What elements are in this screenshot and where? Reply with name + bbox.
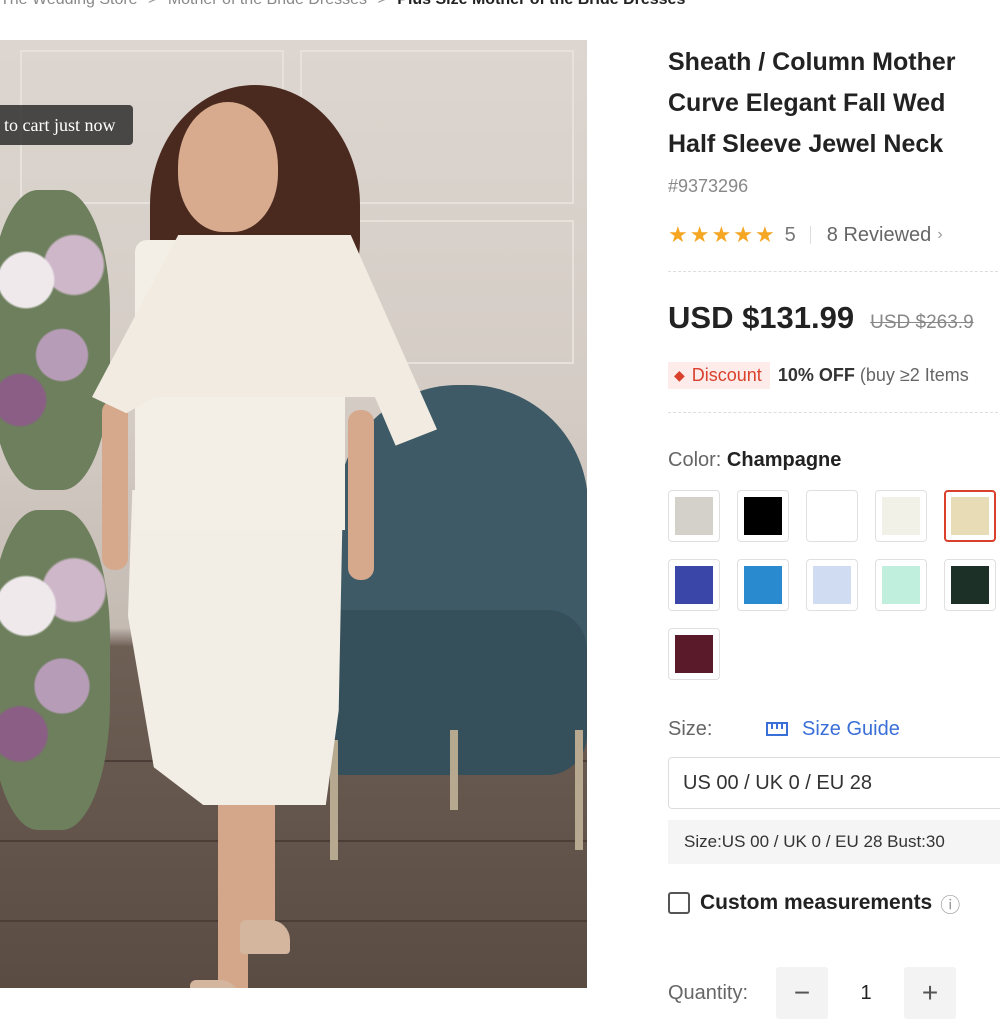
color-swatch[interactable]: [668, 490, 720, 542]
breadcrumb-current: Plus Size Mother of the Bride Dresses: [397, 0, 685, 8]
size-guide-link[interactable]: Size Guide: [766, 718, 900, 741]
swatch-chip: [744, 497, 782, 535]
selected-color-name: Champagne: [726, 449, 842, 471]
color-swatch[interactable]: [875, 490, 927, 542]
star-rating: ★ ★ ★ ★ ★: [668, 224, 775, 246]
dress-skirt: [128, 490, 343, 805]
swatch-chip: [951, 497, 989, 535]
swatch-chip: [675, 566, 713, 604]
color-label-text: Color:: [668, 449, 727, 471]
product-title: Sheath / Column Mother Curve Elegant Fal…: [668, 48, 956, 158]
flower-arrangement: [0, 510, 110, 830]
discount-badge-label: Discount: [691, 364, 762, 385]
custom-measurements-checkbox[interactable]: [668, 892, 690, 914]
model-face: [178, 102, 278, 232]
discount-amount: 10% OFF: [777, 364, 855, 385]
chevron-right-icon[interactable]: ›: [937, 226, 942, 244]
model-leg: [218, 780, 248, 988]
color-swatch[interactable]: [737, 559, 789, 611]
discount-text: 10% OFF (buy ≥2 Items: [778, 365, 969, 386]
size-row: Size: Size Guide: [668, 715, 900, 743]
info-icon[interactable]: ⓘ: [940, 889, 960, 918]
flower-arrangement: [0, 190, 110, 490]
quantity-decrease-button[interactable]: −: [776, 967, 828, 1019]
tag-icon: ◆: [674, 366, 685, 383]
armchair-leg: [450, 730, 458, 810]
color-swatch[interactable]: [875, 559, 927, 611]
discount-condition: (buy ≥2 Items: [854, 364, 969, 385]
reviews-link[interactable]: 8 Reviewed: [827, 224, 932, 247]
star-icon: ★: [711, 222, 732, 247]
breadcrumb: The Wedding Store > Mother of the Bride …: [0, 0, 691, 11]
color-swatch[interactable]: [806, 490, 858, 542]
divider: [668, 271, 1000, 272]
swatch-chip: [882, 497, 920, 535]
model-arm: [102, 400, 128, 570]
armchair-leg: [575, 730, 583, 850]
color-swatch[interactable]: [668, 628, 720, 680]
color-swatch[interactable]: [737, 490, 789, 542]
price-row: USD $131.99 USD $263.9: [668, 300, 974, 340]
star-icon: ★: [754, 222, 775, 247]
size-detail: Size:US 00 / UK 0 / EU 28 Bust:30: [668, 820, 1000, 864]
rating-row: ★ ★ ★ ★ ★ 5 8 Reviewed ›: [668, 222, 943, 248]
quantity-value[interactable]: 1: [828, 982, 904, 1005]
swatch-chip: [813, 497, 851, 535]
quantity-row: Quantity: − 1 +: [668, 967, 956, 1019]
floor-plank: [0, 840, 587, 842]
breadcrumb-separator: >: [377, 0, 386, 8]
swatch-chip: [744, 566, 782, 604]
swatch-chip: [813, 566, 851, 604]
model-arm: [348, 410, 374, 580]
current-price: USD $131.99: [668, 300, 855, 335]
divider: [809, 226, 811, 244]
product-image[interactable]: to cart just now: [0, 40, 587, 988]
product-sku: #9373296: [668, 176, 749, 196]
size-guide-label: Size Guide: [802, 717, 900, 740]
swatch-chip: [951, 566, 989, 604]
color-swatch-selected[interactable]: [944, 490, 996, 542]
custom-measurements-row: Custom measurements ⓘ: [668, 888, 960, 918]
divider: [668, 412, 1000, 413]
rating-value: 5: [784, 223, 796, 246]
armchair-seat: [300, 610, 587, 775]
star-icon: ★: [733, 222, 753, 247]
star-icon: ★: [668, 222, 688, 247]
added-to-cart-notice: to cart just now: [0, 105, 134, 145]
color-swatch[interactable]: [944, 559, 996, 611]
swatch-chip: [882, 566, 920, 604]
size-select[interactable]: US 00 / UK 0 / EU 28: [668, 757, 1000, 809]
star-icon: ★: [689, 222, 710, 247]
ruler-icon: [766, 722, 788, 736]
breadcrumb-mother-dresses[interactable]: Mother of the Bride Dresses: [168, 0, 367, 8]
swatch-chip: [675, 635, 713, 673]
color-swatch[interactable]: [668, 559, 720, 611]
swatch-chip: [675, 497, 713, 535]
breadcrumb-wedding-store[interactable]: The Wedding Store: [0, 0, 138, 8]
custom-measurements-label[interactable]: Custom measurements: [700, 891, 932, 915]
original-price: USD $263.9: [870, 312, 974, 333]
discount-badge: ◆ Discount: [668, 361, 770, 389]
floor-plank: [0, 920, 587, 922]
model-shoe: [240, 920, 290, 954]
quantity-label: Quantity:: [668, 981, 749, 1004]
size-label: Size:: [668, 717, 713, 740]
color-swatch[interactable]: [806, 559, 858, 611]
breadcrumb-separator: >: [148, 0, 157, 8]
color-label: Color: Champagne: [668, 449, 841, 472]
quantity-increase-button[interactable]: +: [904, 967, 956, 1019]
discount-row: ◆ Discount 10% OFF (buy ≥2 Items: [668, 361, 969, 389]
